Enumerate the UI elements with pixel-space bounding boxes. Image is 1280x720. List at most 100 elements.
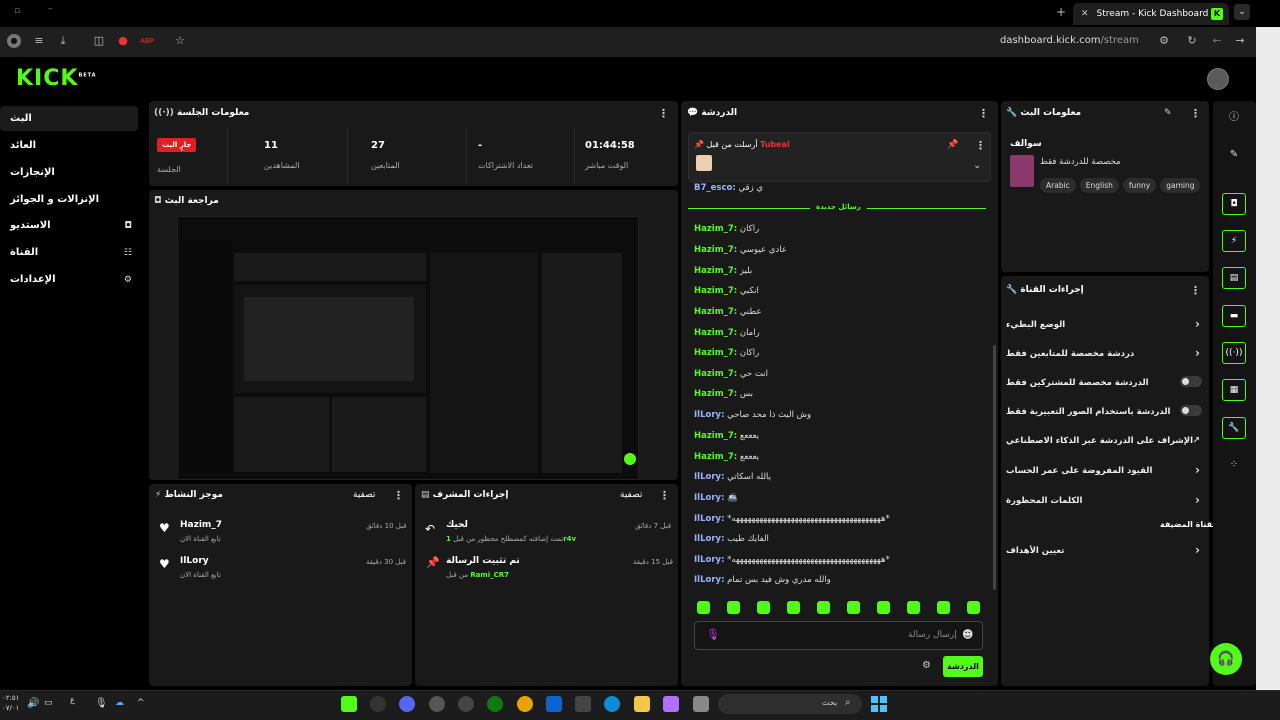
nav-item-revenue[interactable]: العائد — [0, 133, 138, 158]
chat-user[interactable]: Hazim_7: — [694, 245, 737, 255]
nav-item-channel[interactable]: القناة ☷ — [0, 240, 138, 265]
emote-icon[interactable] — [967, 601, 980, 614]
extension-red-icon[interactable]: ● — [116, 34, 130, 48]
nav-item-settings[interactable]: الإعدادات ⚙ — [0, 267, 138, 292]
chat-user[interactable]: Hazim_7: — [694, 369, 737, 379]
account-age-row[interactable]: القيود المفروضة على عمر الحساب › — [1006, 463, 1204, 477]
chat-bubble-icon[interactable]: ▬ — [1222, 305, 1246, 327]
ai-moderation-row[interactable]: الإشراف على الدردشة عبر الذكاء الاصطناعي… — [1006, 436, 1204, 446]
window-menu-icon[interactable]: ▫ — [14, 6, 20, 16]
extensions-icon[interactable]: ◫ — [92, 34, 106, 48]
chat-user[interactable]: Hazim_7: — [694, 266, 737, 276]
nav-item-studio[interactable]: الاستديو ◘ — [0, 213, 138, 238]
layout-icon[interactable]: ▦ — [1222, 379, 1246, 401]
adblock-icon[interactable]: ABP — [140, 34, 154, 48]
chevron-down-icon[interactable]: ⌄ — [973, 160, 981, 171]
chat-user[interactable]: IlLory: — [694, 575, 724, 585]
chat-scrollbar[interactable] — [993, 345, 996, 590]
taskbar-search[interactable]: بحث ⌕ — [718, 694, 862, 714]
network-icon[interactable]: ▭ — [44, 698, 53, 708]
pinned-menu-icon[interactable]: ⋮ — [975, 139, 986, 152]
emote-icon[interactable] — [907, 601, 920, 614]
chat-user[interactable]: IlLory: — [694, 514, 724, 524]
send-chat-button[interactable]: الدردشة — [943, 656, 983, 677]
language-indicator[interactable]: ع — [70, 695, 75, 704]
avatar[interactable] — [1207, 68, 1229, 90]
onedrive-icon[interactable]: ☁ — [115, 698, 124, 708]
edge-icon[interactable] — [604, 696, 620, 712]
followers-only-row[interactable]: دردشة مخصصة للمتابعين فقط › — [1006, 346, 1204, 360]
set-goals-row[interactable]: تعيين الأهداف › — [1006, 543, 1204, 557]
streaminfo-menu-icon[interactable]: ⋮ — [1190, 107, 1201, 120]
emote-icon[interactable] — [877, 601, 890, 614]
media-player-icon[interactable] — [370, 696, 386, 712]
tab-kick-dashboard[interactable]: ✕ Stream - Kick Dashboard K — [1073, 3, 1229, 25]
edit-icon[interactable]: ✎ — [1222, 144, 1246, 166]
emotes-only-toggle[interactable] — [1180, 405, 1202, 416]
activity-menu-icon[interactable]: ⋮ — [393, 489, 404, 502]
emote-icon[interactable] — [787, 601, 800, 614]
chat-user[interactable]: Hazim_7: — [694, 431, 737, 441]
kick-logo[interactable]: KICKBETA — [16, 66, 97, 91]
chat-user[interactable]: IlLory: — [694, 555, 724, 565]
pin-icon[interactable]: 📌 — [947, 140, 958, 150]
emote-icon[interactable] — [697, 601, 710, 614]
tray-chevron-icon[interactable]: ^ — [137, 698, 145, 708]
profile-icon[interactable]: ● — [7, 34, 21, 48]
edit-icon[interactable]: ✎ — [1164, 108, 1172, 118]
forward-icon[interactable]: ← — [1210, 34, 1224, 48]
chat-input[interactable]: 🎙 إرسال رسالة ☻ — [694, 621, 983, 650]
outlook-icon[interactable] — [546, 696, 562, 712]
stream-preview-video[interactable] — [177, 216, 639, 480]
chat-user[interactable]: IlLory: — [694, 493, 724, 503]
close-tab-icon[interactable]: ✕ — [1081, 9, 1089, 19]
tab-search-icon[interactable]: ⌄ — [1234, 4, 1250, 20]
chat-user[interactable]: Hazim_7: — [694, 224, 737, 234]
mic-icon[interactable]: 🎙 — [95, 698, 108, 709]
kick-app-icon[interactable] — [341, 696, 357, 712]
lightning-icon[interactable]: ⚡ — [1222, 230, 1246, 252]
mic-icon[interactable]: 🎙 — [706, 628, 720, 641]
gear-icon[interactable]: ⚙ — [922, 660, 931, 671]
site-settings-icon[interactable]: ⚙ — [1157, 34, 1171, 48]
store-icon[interactable] — [575, 696, 591, 712]
chat-user[interactable]: Hazim_7: — [694, 348, 737, 358]
start-button[interactable] — [871, 696, 887, 712]
settings-app-icon[interactable] — [429, 696, 445, 712]
wrench-icon[interactable]: 🔧 — [1222, 417, 1246, 439]
emote-icon[interactable] — [757, 601, 770, 614]
chrome-icon[interactable] — [517, 696, 533, 712]
chat-user[interactable]: IlLory: — [694, 472, 724, 482]
slow-mode-row[interactable]: الوضع البطيء › — [1006, 317, 1204, 331]
activity-filter[interactable]: تصفية — [353, 490, 375, 500]
bookmark-star-icon[interactable]: ☆ — [173, 34, 187, 48]
url-display[interactable]: dashboard.kick.com/stream — [1000, 35, 1139, 46]
emote-icon[interactable] — [727, 601, 740, 614]
channelactions-menu-icon[interactable]: ⋮ — [1190, 284, 1201, 297]
mod-menu-icon[interactable]: ⋮ — [659, 489, 670, 502]
info-icon[interactable]: ⓘ — [1222, 107, 1246, 129]
chat-user[interactable]: Hazim_7: — [694, 452, 737, 462]
task-view-icon[interactable] — [693, 696, 709, 712]
emoji-icon[interactable]: ☻ — [962, 628, 973, 641]
chat-user[interactable]: Hazim_7: — [694, 328, 737, 338]
window-scrollbar[interactable] — [1256, 27, 1280, 690]
nav-item-achievements[interactable]: الإنجازات — [0, 160, 138, 185]
broadcast-icon[interactable]: ((·)) — [1222, 342, 1246, 364]
chat-user[interactable]: Hazim_7: — [694, 307, 737, 317]
emote-icon[interactable] — [847, 601, 860, 614]
copilot-icon[interactable] — [663, 696, 679, 712]
chat-user[interactable]: Hazim_7: — [694, 286, 737, 296]
new-tab-icon[interactable]: + — [1056, 5, 1066, 19]
reading-list-icon[interactable]: ≡ — [32, 34, 46, 48]
xbox-icon[interactable] — [487, 696, 503, 712]
chat-user[interactable]: IlLory: — [694, 410, 724, 420]
undo-icon[interactable]: ↶ — [425, 522, 435, 536]
subscribers-only-toggle[interactable] — [1180, 376, 1202, 387]
nav-item-drops[interactable]: الإنزالات و الجوائز — [0, 187, 138, 212]
apps-icon[interactable]: ⁘ — [1222, 454, 1246, 476]
emote-icon[interactable] — [937, 601, 950, 614]
obs-icon[interactable] — [458, 696, 474, 712]
back-icon[interactable]: → — [1233, 34, 1247, 48]
session-menu-icon[interactable]: ⋮ — [658, 107, 669, 120]
